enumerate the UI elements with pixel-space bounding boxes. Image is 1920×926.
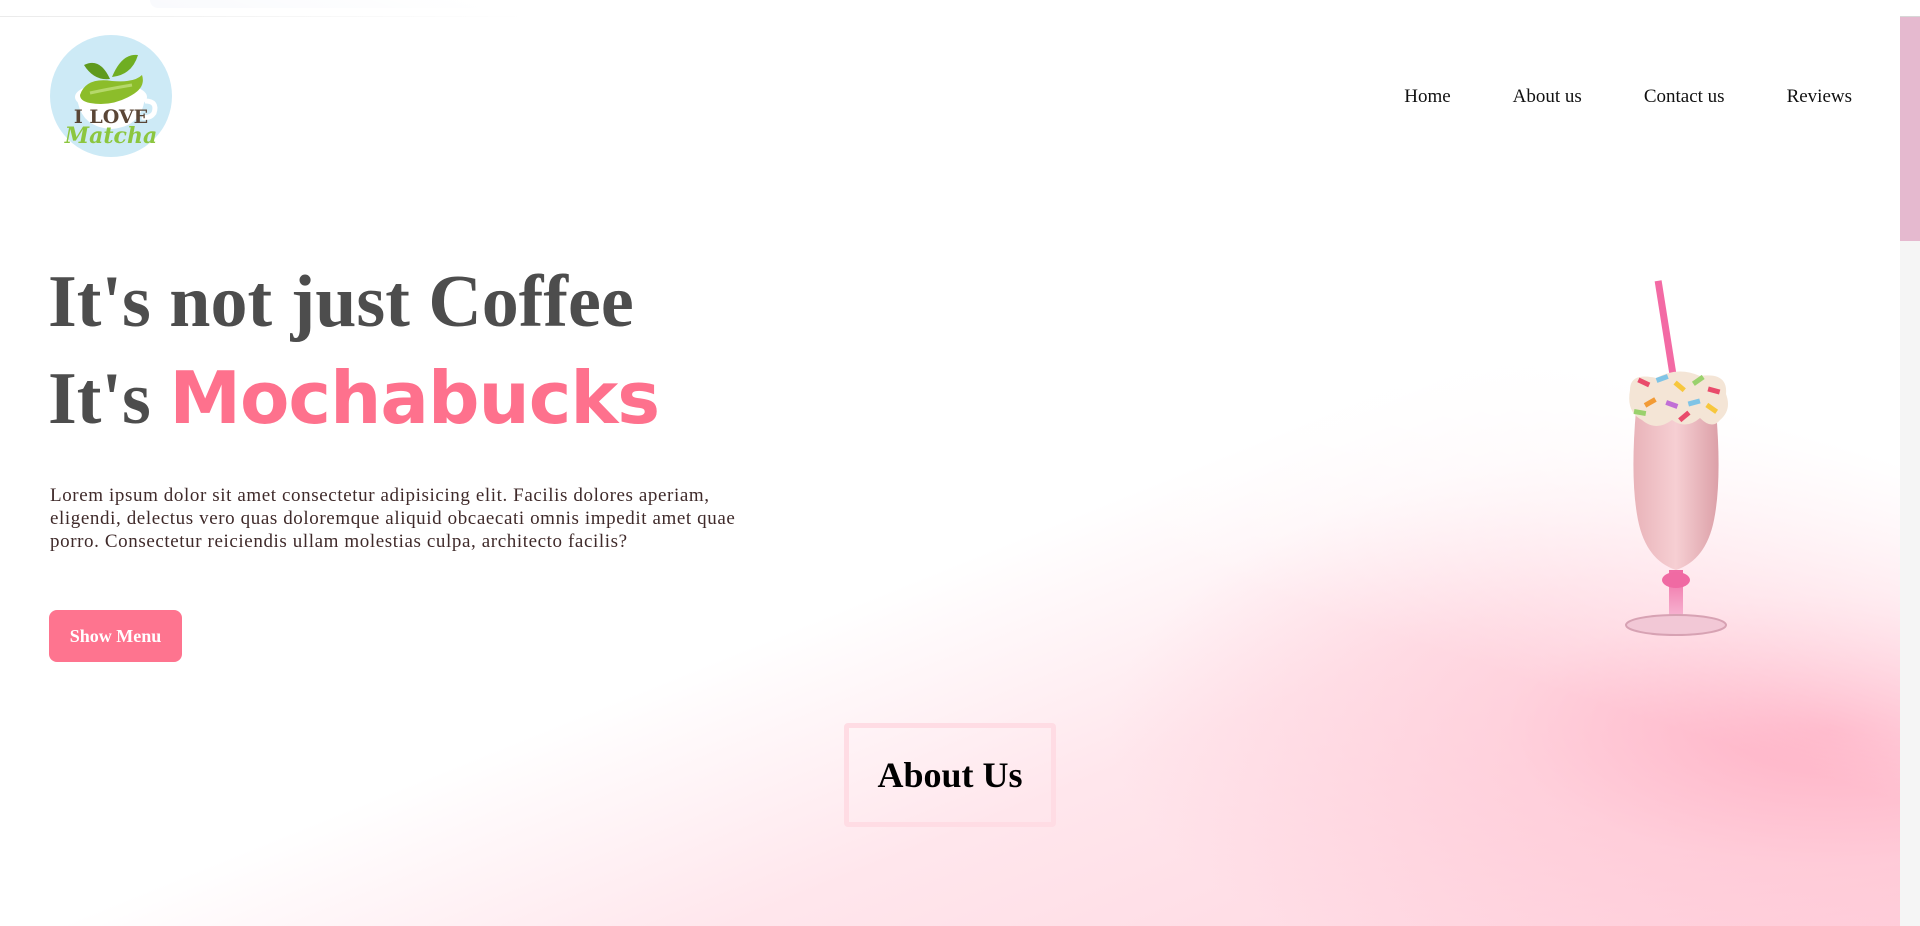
nav-reviews[interactable]: Reviews <box>1787 86 1852 108</box>
hero-heading-line1: It's not just Coffee <box>48 261 634 343</box>
hero-heading-prefix: It's <box>48 358 170 440</box>
brand-name: Mochabucks <box>169 356 660 440</box>
nav-home[interactable]: Home <box>1404 86 1450 108</box>
show-menu-button[interactable]: Show Menu <box>49 610 182 662</box>
about-us-box: About Us <box>844 723 1056 827</box>
milkshake-image <box>1616 280 1756 680</box>
main-nav: Home About us Contact us Reviews <box>1404 86 1852 108</box>
milkshake-icon <box>1625 280 1728 636</box>
about-us-title: About Us <box>877 755 1023 795</box>
address-bar[interactable] <box>150 0 1745 8</box>
logo[interactable]: I LOVE Matcha <box>50 35 173 158</box>
hero-heading-line2: It's Mochabucks <box>48 362 660 436</box>
hero-description: Lorem ipsum dolor sit amet consectetur a… <box>50 485 736 552</box>
browser-top-strip <box>0 0 1920 17</box>
nav-about-us[interactable]: About us <box>1513 86 1582 108</box>
scrollbar-thumb[interactable] <box>1900 17 1920 241</box>
nav-contact-us[interactable]: Contact us <box>1644 86 1725 108</box>
logo-text-line2: Matcha <box>64 123 157 149</box>
matcha-logo-icon: I LOVE Matcha <box>50 35 172 157</box>
